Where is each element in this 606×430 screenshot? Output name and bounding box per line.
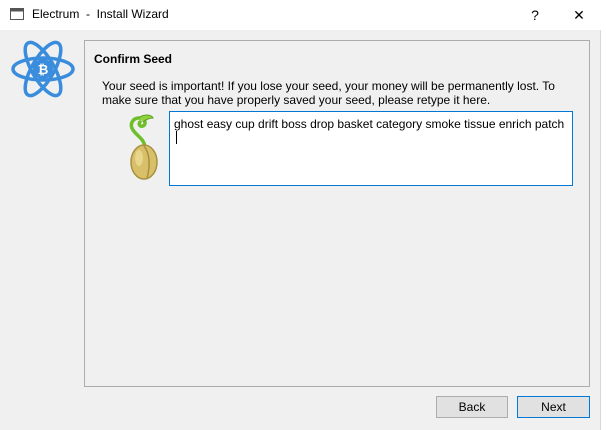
text-cursor — [176, 131, 177, 144]
back-button[interactable]: Back — [436, 396, 508, 418]
seed-sprout-icon — [129, 114, 158, 180]
electrum-logo-icon: ₿ — [11, 40, 75, 98]
background-window-edge — [600, 30, 606, 430]
seed-text: ghost easy cup drift boss drop basket ca… — [174, 117, 565, 131]
page-title: Confirm Seed — [94, 52, 173, 66]
help-button[interactable]: ? — [512, 0, 558, 30]
close-button[interactable]: ✕ — [556, 0, 602, 30]
seed-instructions: Your seed is important! If you lose your… — [102, 79, 555, 107]
title-bar: Electrum - Install Wizard ? ✕ — [0, 0, 606, 30]
seed-input[interactable]: ghost easy cup drift boss drop basket ca… — [169, 111, 573, 186]
app-window-icon — [10, 8, 24, 20]
window-title: Electrum - Install Wizard — [32, 7, 169, 21]
confirm-seed-panel: Confirm Seed Your seed is important! If … — [84, 40, 590, 387]
next-button[interactable]: Next — [517, 396, 590, 418]
svg-text:₿: ₿ — [38, 63, 49, 78]
